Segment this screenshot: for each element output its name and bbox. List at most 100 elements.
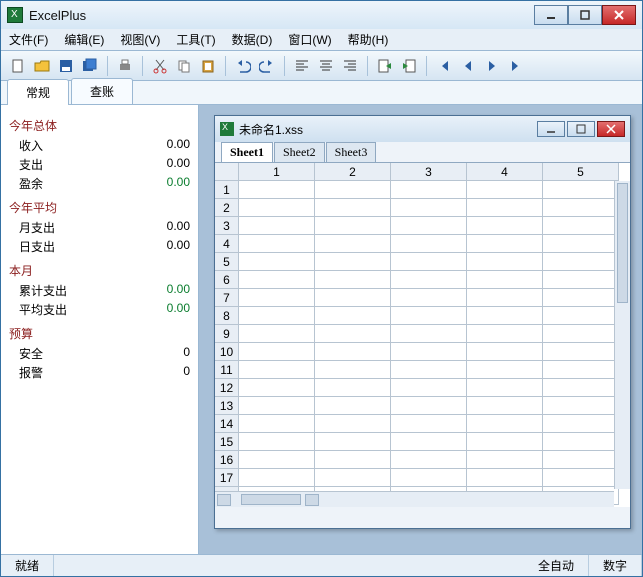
cell[interactable] bbox=[239, 307, 315, 325]
cell[interactable] bbox=[467, 397, 543, 415]
cell[interactable] bbox=[391, 433, 467, 451]
cell[interactable] bbox=[467, 181, 543, 199]
row-header[interactable]: 2 bbox=[215, 199, 239, 217]
cell[interactable] bbox=[467, 343, 543, 361]
import-icon[interactable] bbox=[398, 55, 420, 77]
cell[interactable] bbox=[467, 235, 543, 253]
mdi-titlebar[interactable]: 未命名1.xss bbox=[215, 116, 630, 142]
cell[interactable] bbox=[543, 253, 619, 271]
sheet-tab-1[interactable]: Sheet1 bbox=[221, 142, 273, 162]
cell[interactable] bbox=[391, 235, 467, 253]
cell[interactable] bbox=[543, 469, 619, 487]
cell[interactable] bbox=[391, 361, 467, 379]
menu-edit[interactable]: 编辑(E) bbox=[64, 31, 104, 48]
prev-icon[interactable] bbox=[457, 55, 479, 77]
row-header[interactable]: 7 bbox=[215, 289, 239, 307]
cell[interactable] bbox=[467, 451, 543, 469]
v-scroll-thumb[interactable] bbox=[617, 183, 628, 303]
cell[interactable] bbox=[467, 289, 543, 307]
new-icon[interactable] bbox=[7, 55, 29, 77]
row-header[interactable]: 3 bbox=[215, 217, 239, 235]
cell[interactable] bbox=[543, 181, 619, 199]
row-header[interactable]: 10 bbox=[215, 343, 239, 361]
cell[interactable] bbox=[315, 235, 391, 253]
grid-corner[interactable] bbox=[215, 163, 239, 181]
col-header[interactable]: 3 bbox=[391, 163, 467, 181]
cut-icon[interactable] bbox=[149, 55, 171, 77]
cell[interactable] bbox=[315, 343, 391, 361]
redo-icon[interactable] bbox=[256, 55, 278, 77]
cell[interactable] bbox=[391, 469, 467, 487]
row-header[interactable]: 15 bbox=[215, 433, 239, 451]
row-header[interactable]: 12 bbox=[215, 379, 239, 397]
align-right-icon[interactable] bbox=[339, 55, 361, 77]
cell[interactable] bbox=[467, 469, 543, 487]
cell[interactable] bbox=[239, 325, 315, 343]
menu-window[interactable]: 窗口(W) bbox=[288, 31, 331, 48]
cell[interactable] bbox=[391, 181, 467, 199]
row-header[interactable]: 1 bbox=[215, 181, 239, 199]
cell[interactable] bbox=[543, 451, 619, 469]
mdi-minimize-button[interactable] bbox=[537, 121, 565, 137]
cell[interactable] bbox=[315, 469, 391, 487]
next-icon[interactable] bbox=[481, 55, 503, 77]
tab-check[interactable]: 查账 bbox=[71, 78, 133, 104]
menu-data[interactable]: 数据(D) bbox=[232, 31, 273, 48]
cell[interactable] bbox=[315, 361, 391, 379]
cell[interactable] bbox=[467, 253, 543, 271]
cell[interactable] bbox=[543, 433, 619, 451]
row-header[interactable]: 13 bbox=[215, 397, 239, 415]
cell[interactable] bbox=[315, 253, 391, 271]
cell[interactable] bbox=[391, 415, 467, 433]
cell[interactable] bbox=[543, 343, 619, 361]
cell[interactable] bbox=[467, 379, 543, 397]
row-header[interactable]: 16 bbox=[215, 451, 239, 469]
col-header[interactable]: 5 bbox=[543, 163, 619, 181]
cell[interactable] bbox=[543, 289, 619, 307]
align-center-icon[interactable] bbox=[315, 55, 337, 77]
row-header[interactable]: 14 bbox=[215, 415, 239, 433]
cell[interactable] bbox=[467, 433, 543, 451]
col-header[interactable]: 4 bbox=[467, 163, 543, 181]
cell[interactable] bbox=[239, 361, 315, 379]
cell[interactable] bbox=[391, 451, 467, 469]
cell[interactable] bbox=[543, 325, 619, 343]
cell[interactable] bbox=[391, 217, 467, 235]
spreadsheet-grid[interactable]: 12345123456789101112131415161718 bbox=[215, 162, 630, 507]
cell[interactable] bbox=[391, 379, 467, 397]
cell[interactable] bbox=[239, 451, 315, 469]
row-header[interactable]: 11 bbox=[215, 361, 239, 379]
cell[interactable] bbox=[391, 343, 467, 361]
cell[interactable] bbox=[239, 181, 315, 199]
minimize-button[interactable] bbox=[534, 5, 568, 25]
cell[interactable] bbox=[391, 289, 467, 307]
row-header[interactable]: 6 bbox=[215, 271, 239, 289]
undo-icon[interactable] bbox=[232, 55, 254, 77]
cell[interactable] bbox=[543, 199, 619, 217]
row-header[interactable]: 17 bbox=[215, 469, 239, 487]
menu-file[interactable]: 文件(F) bbox=[9, 31, 48, 48]
menu-help[interactable]: 帮助(H) bbox=[348, 31, 389, 48]
cell[interactable] bbox=[239, 433, 315, 451]
cell[interactable] bbox=[315, 217, 391, 235]
copy-icon[interactable] bbox=[173, 55, 195, 77]
cell[interactable] bbox=[467, 325, 543, 343]
cell[interactable] bbox=[543, 271, 619, 289]
cell[interactable] bbox=[543, 379, 619, 397]
horizontal-scrollbar[interactable] bbox=[215, 491, 614, 507]
cell[interactable] bbox=[467, 361, 543, 379]
cell[interactable] bbox=[543, 217, 619, 235]
tab-normal[interactable]: 常规 bbox=[7, 79, 69, 105]
cell[interactable] bbox=[315, 271, 391, 289]
cell[interactable] bbox=[467, 217, 543, 235]
menu-view[interactable]: 视图(V) bbox=[120, 31, 160, 48]
cell[interactable] bbox=[315, 289, 391, 307]
saveall-icon[interactable] bbox=[79, 55, 101, 77]
cell[interactable] bbox=[315, 307, 391, 325]
cell[interactable] bbox=[239, 235, 315, 253]
cell[interactable] bbox=[315, 415, 391, 433]
cell[interactable] bbox=[315, 397, 391, 415]
export-icon[interactable] bbox=[374, 55, 396, 77]
cell[interactable] bbox=[239, 271, 315, 289]
paste-icon[interactable] bbox=[197, 55, 219, 77]
